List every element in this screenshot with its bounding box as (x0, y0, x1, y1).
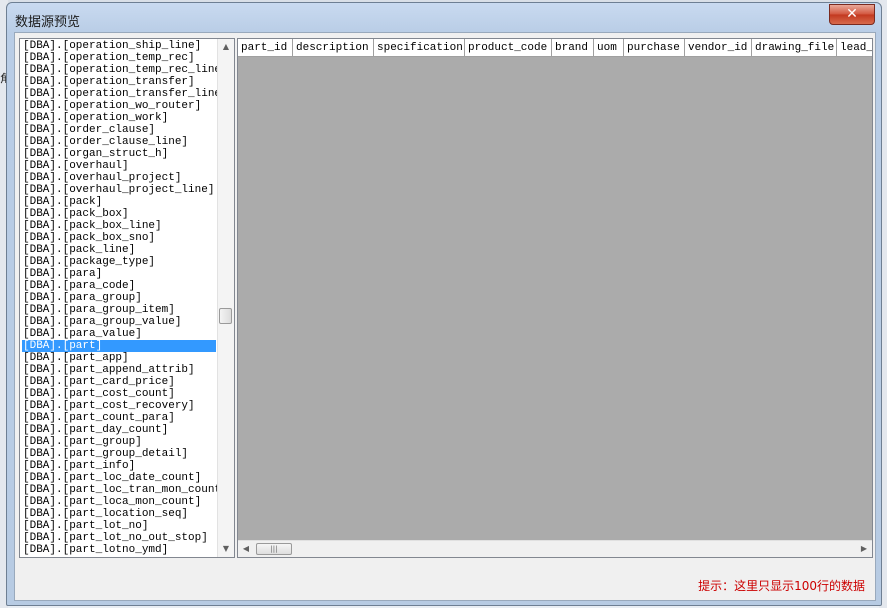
column-header[interactable]: vendor_id (685, 39, 752, 57)
column-header[interactable]: product_code (465, 39, 552, 57)
table-list-item[interactable]: [DBA].[para_group] (22, 292, 216, 304)
table-list-item[interactable]: [DBA].[part_lot_no_out_stop] (22, 532, 216, 544)
list-vertical-scrollbar[interactable]: ▲ ▼ (217, 39, 234, 557)
table-list-item[interactable]: [DBA].[part_group_detail] (22, 448, 216, 460)
column-header[interactable]: purchase (624, 39, 685, 57)
table-list-item[interactable]: [DBA].[part_append_attrib] (22, 364, 216, 376)
table-list-item[interactable]: [DBA].[operation_temp_rec] (22, 52, 216, 64)
grip-icon: ||| (270, 545, 278, 553)
table-list-item[interactable]: [DBA].[para_code] (22, 280, 216, 292)
grid-scroll-thumb[interactable]: ||| (256, 543, 292, 555)
dialog-client-area: [DBA].[operation_ship_line] [DBA].[operat… (14, 32, 876, 601)
table-list-item[interactable]: [DBA].[order_clause_line] (22, 136, 216, 148)
table-list-item[interactable]: [DBA].[part_cost_recovery] (22, 400, 216, 412)
table-list-item[interactable]: [DBA].[package_type] (22, 256, 216, 268)
table-list-item[interactable]: [DBA].[pack_box_line] (22, 220, 216, 232)
scroll-down-icon[interactable]: ▼ (218, 541, 234, 557)
data-preview-grid[interactable]: part_id description specification product_c… (237, 38, 873, 558)
table-list-item[interactable]: [DBA].[pack_box_sno] (22, 232, 216, 244)
title-bar[interactable]: 数据源预览 ✕ (7, 3, 881, 31)
column-header[interactable]: part_id (238, 39, 293, 57)
table-list-item[interactable]: [DBA].[operation_transfer_line] (22, 88, 228, 100)
table-list-item[interactable]: [DBA].[part_card_price] (22, 376, 216, 388)
table-list-item[interactable]: [DBA].[part_lot_no] (22, 520, 216, 532)
table-list-item[interactable]: [DBA].[operation_temp_rec_line] (22, 64, 228, 76)
table-list-item[interactable]: [DBA].[overhaul_project] (22, 172, 216, 184)
table-list-item[interactable]: [DBA].[part_location_seq] (22, 508, 216, 520)
table-list-item[interactable]: [DBA].[order_clause] (22, 124, 216, 136)
table-list-item[interactable]: [DBA].[part_loc_tran_mon_count] (22, 484, 228, 496)
table-list-item[interactable]: [DBA].[pack_box] (22, 208, 216, 220)
column-header[interactable]: specification (374, 39, 465, 57)
table-list-item[interactable]: [DBA].[para_group_value] (22, 316, 216, 328)
table-list-item[interactable]: [DBA].[operation_wo_router] (22, 100, 216, 112)
column-header[interactable]: brand (552, 39, 594, 57)
table-list-item[interactable]: [DBA].[part_app] (22, 352, 216, 364)
table-list-item[interactable]: [DBA].[operation_work] (22, 112, 216, 124)
list-scroll-thumb[interactable] (219, 308, 232, 324)
table-list-item[interactable]: [DBA].[operation_ship_line] (22, 40, 216, 52)
row-limit-hint: 提示：这里只显示100行的数据 (698, 579, 865, 593)
table-list-item[interactable]: [DBA].[para] (22, 268, 216, 280)
preview-dialog: 数据源预览 ✕ [DBA].[operation_ship_line] [DBA]… (6, 2, 882, 606)
column-header[interactable]: uom (594, 39, 624, 57)
table-list-items: [DBA].[operation_ship_line] [DBA].[operat… (22, 40, 228, 556)
close-button[interactable]: ✕ (829, 4, 875, 25)
table-list-item[interactable]: [DBA].[para_group_item] (22, 304, 216, 316)
dialog-title: 数据源预览 (15, 15, 81, 30)
table-list-item[interactable]: [DBA].[overhaul] (22, 160, 216, 172)
grid-header-row: part_id description specification product_c… (238, 39, 872, 57)
table-list-item[interactable]: [DBA].[part_day_count] (22, 424, 216, 436)
table-list-item[interactable]: [DBA].[part_loca_mon_count] (22, 496, 216, 508)
table-list-item[interactable]: [DBA].[pack_line] (22, 244, 216, 256)
column-header[interactable]: drawing_file (752, 39, 837, 57)
scroll-left-icon[interactable]: ◀ (238, 541, 254, 557)
table-list-item[interactable]: [DBA].[part_cost_count] (22, 388, 216, 400)
table-list-item[interactable]: [DBA].[pack] (22, 196, 216, 208)
table-list-item[interactable]: [DBA].[part_lotno_ymd] (22, 544, 216, 556)
table-list-item[interactable]: [DBA].[part] (22, 340, 216, 352)
table-list-item[interactable]: [DBA].[para_value] (22, 328, 216, 340)
scroll-up-icon[interactable]: ▲ (218, 39, 234, 55)
close-icon: ✕ (846, 6, 858, 22)
table-list-item[interactable]: [DBA].[organ_struct_h] (22, 148, 216, 160)
table-list-item[interactable]: [DBA].[overhaul_project_line] (22, 184, 216, 196)
table-list-item[interactable]: [DBA].[operation_transfer] (22, 76, 216, 88)
column-header[interactable]: description (293, 39, 374, 57)
scroll-right-icon[interactable]: ▶ (856, 541, 872, 557)
grid-horizontal-scrollbar[interactable]: ◀ ||| ▶ (238, 540, 872, 557)
table-list[interactable]: [DBA].[operation_ship_line] [DBA].[operat… (19, 38, 235, 558)
column-header[interactable]: lead_t (837, 39, 872, 57)
table-list-item[interactable]: [DBA].[part_group] (22, 436, 216, 448)
table-list-item[interactable]: [DBA].[part_count_para] (22, 412, 216, 424)
table-list-item[interactable]: [DBA].[part_loc_date_count] (22, 472, 216, 484)
table-list-item[interactable]: [DBA].[part_info] (22, 460, 216, 472)
